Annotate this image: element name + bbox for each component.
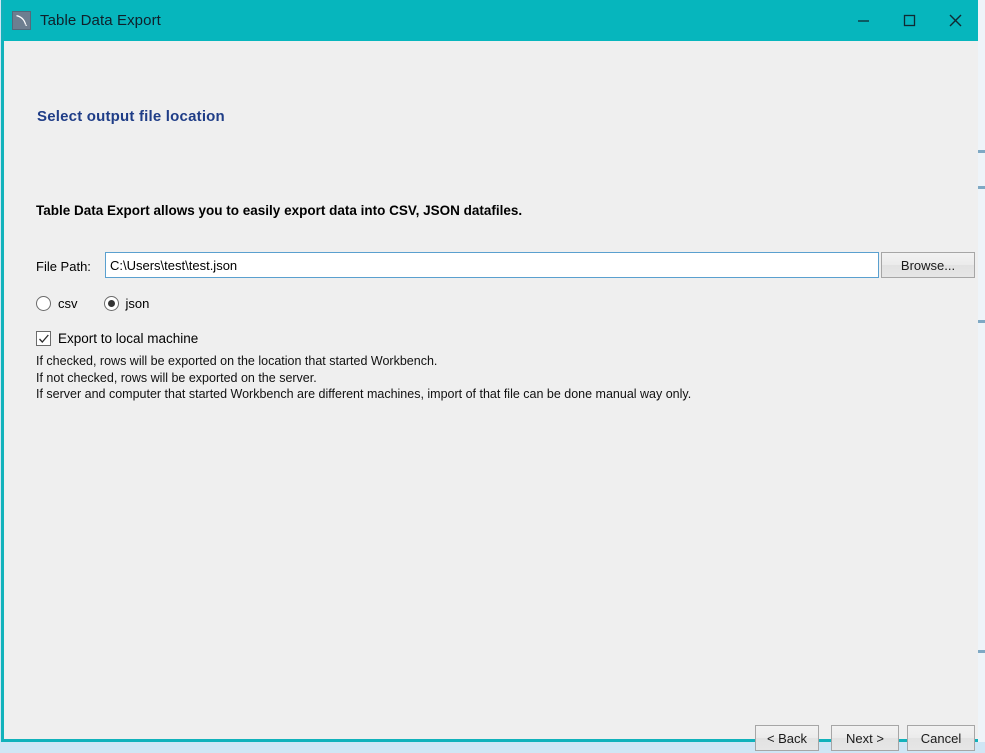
mysql-workbench-dolphin-icon bbox=[12, 11, 31, 30]
next-button[interactable]: Next > bbox=[831, 725, 899, 751]
cancel-button[interactable]: Cancel bbox=[907, 725, 975, 751]
close-button[interactable] bbox=[932, 0, 978, 41]
minimize-button[interactable] bbox=[840, 0, 886, 41]
window-controls bbox=[840, 0, 978, 41]
help-line-1: If checked, rows will be exported on the… bbox=[36, 354, 438, 368]
background-window-marker bbox=[978, 320, 985, 323]
page-title: Select output file location bbox=[37, 108, 225, 125]
help-text: If checked, rows will be exported on the… bbox=[36, 353, 691, 403]
background-window-marker bbox=[978, 186, 985, 189]
radio-csv-label: csv bbox=[58, 296, 78, 311]
table-data-export-dialog: Table Data Export Select output file loc… bbox=[1, 0, 978, 751]
format-radio-group: csv json bbox=[36, 296, 175, 311]
file-path-input[interactable] bbox=[105, 252, 879, 278]
checkbox-checked-icon bbox=[36, 331, 51, 346]
radio-json-icon bbox=[103, 296, 119, 311]
browse-button[interactable]: Browse... bbox=[881, 252, 975, 278]
help-line-2: If not checked, rows will be exported on… bbox=[36, 370, 317, 385]
dialog-footer: < Back Next > Cancel bbox=[4, 725, 975, 753]
background-window-marker bbox=[978, 650, 985, 653]
background-window-strip bbox=[977, 0, 985, 742]
export-local-checkbox-row[interactable]: Export to local machine bbox=[36, 331, 198, 346]
maximize-button[interactable] bbox=[886, 0, 932, 41]
radio-option-json[interactable]: json bbox=[103, 296, 150, 311]
radio-json-label: json bbox=[125, 296, 150, 311]
dialog-content: Select output file location Table Data E… bbox=[4, 41, 978, 751]
title-bar: Table Data Export bbox=[4, 0, 978, 41]
background-window-marker bbox=[978, 150, 985, 153]
file-path-label: File Path: bbox=[36, 259, 91, 274]
intro-text: Table Data Export allows you to easily e… bbox=[36, 203, 523, 218]
radio-csv-icon bbox=[36, 296, 51, 311]
help-line-3: If server and computer that started Work… bbox=[36, 387, 692, 401]
export-local-label: Export to local machine bbox=[58, 331, 199, 346]
radio-option-csv[interactable]: csv bbox=[36, 296, 78, 311]
window-title: Table Data Export bbox=[40, 12, 161, 29]
back-button[interactable]: < Back bbox=[755, 725, 819, 751]
